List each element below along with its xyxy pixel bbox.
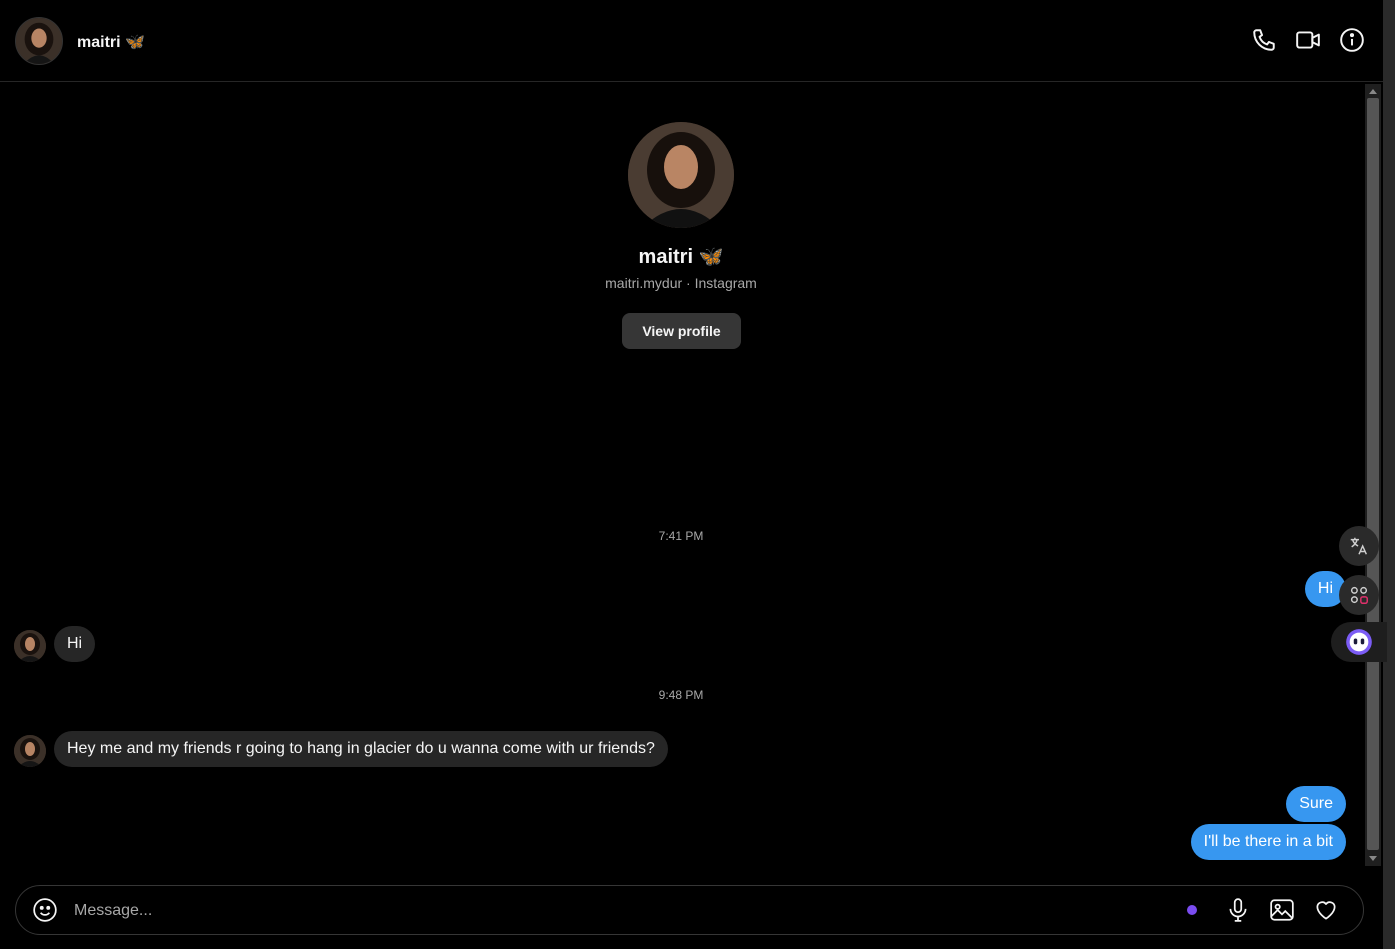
view-profile-button[interactable]: View profile — [622, 313, 741, 349]
contact-avatar[interactable] — [15, 17, 63, 65]
avatar-image — [14, 630, 46, 662]
incoming-message[interactable]: Hey me and my friends r going to hang in… — [54, 731, 668, 767]
apps-button[interactable] — [1339, 575, 1379, 615]
translate-icon — [1350, 537, 1368, 555]
profile-name: maitri 🦋 — [638, 246, 724, 268]
scroll-thumb[interactable] — [1367, 98, 1379, 850]
info-icon[interactable] — [1339, 27, 1365, 53]
avatar-image — [628, 122, 734, 228]
chat-scrollbar[interactable] — [1365, 84, 1381, 866]
message-input[interactable] — [72, 899, 1156, 923]
apps-icon — [1350, 586, 1368, 604]
microphone-icon[interactable] — [1225, 897, 1251, 923]
scroll-down-arrow[interactable] — [1369, 856, 1377, 861]
profile-username: maitri.mydur · Instagram — [605, 275, 757, 291]
scroll-up-arrow[interactable] — [1369, 89, 1377, 94]
composer-tools — [1225, 897, 1339, 923]
message-composer — [15, 885, 1364, 935]
heart-icon[interactable] — [1313, 897, 1339, 923]
sender-avatar[interactable] — [14, 630, 46, 662]
translate-button[interactable] — [1339, 526, 1379, 566]
window-edge — [1383, 0, 1395, 949]
avatar-image — [14, 735, 46, 767]
outgoing-message[interactable]: Sure — [1286, 786, 1346, 822]
timestamp: 9:48 PM — [658, 688, 704, 702]
assistant-button[interactable] — [1331, 622, 1387, 662]
header-actions — [1251, 27, 1365, 53]
image-icon[interactable] — [1269, 897, 1295, 923]
phone-icon[interactable] — [1251, 27, 1277, 53]
outgoing-message[interactable]: I'll be there in a bit — [1190, 824, 1346, 860]
emoji-icon[interactable] — [32, 897, 58, 923]
sender-avatar[interactable] — [14, 735, 46, 767]
profile-avatar[interactable] — [628, 122, 734, 228]
incoming-message[interactable]: Hi — [54, 626, 96, 662]
timestamp: 7:41 PM — [658, 529, 704, 543]
chat-header: maitri 🦋 — [0, 0, 1383, 82]
assistant-icon — [1346, 629, 1372, 655]
contact-name[interactable]: maitri 🦋 — [77, 32, 145, 52]
avatar-image — [16, 18, 62, 64]
video-call-icon[interactable] — [1295, 27, 1321, 53]
status-dot — [1187, 905, 1197, 915]
